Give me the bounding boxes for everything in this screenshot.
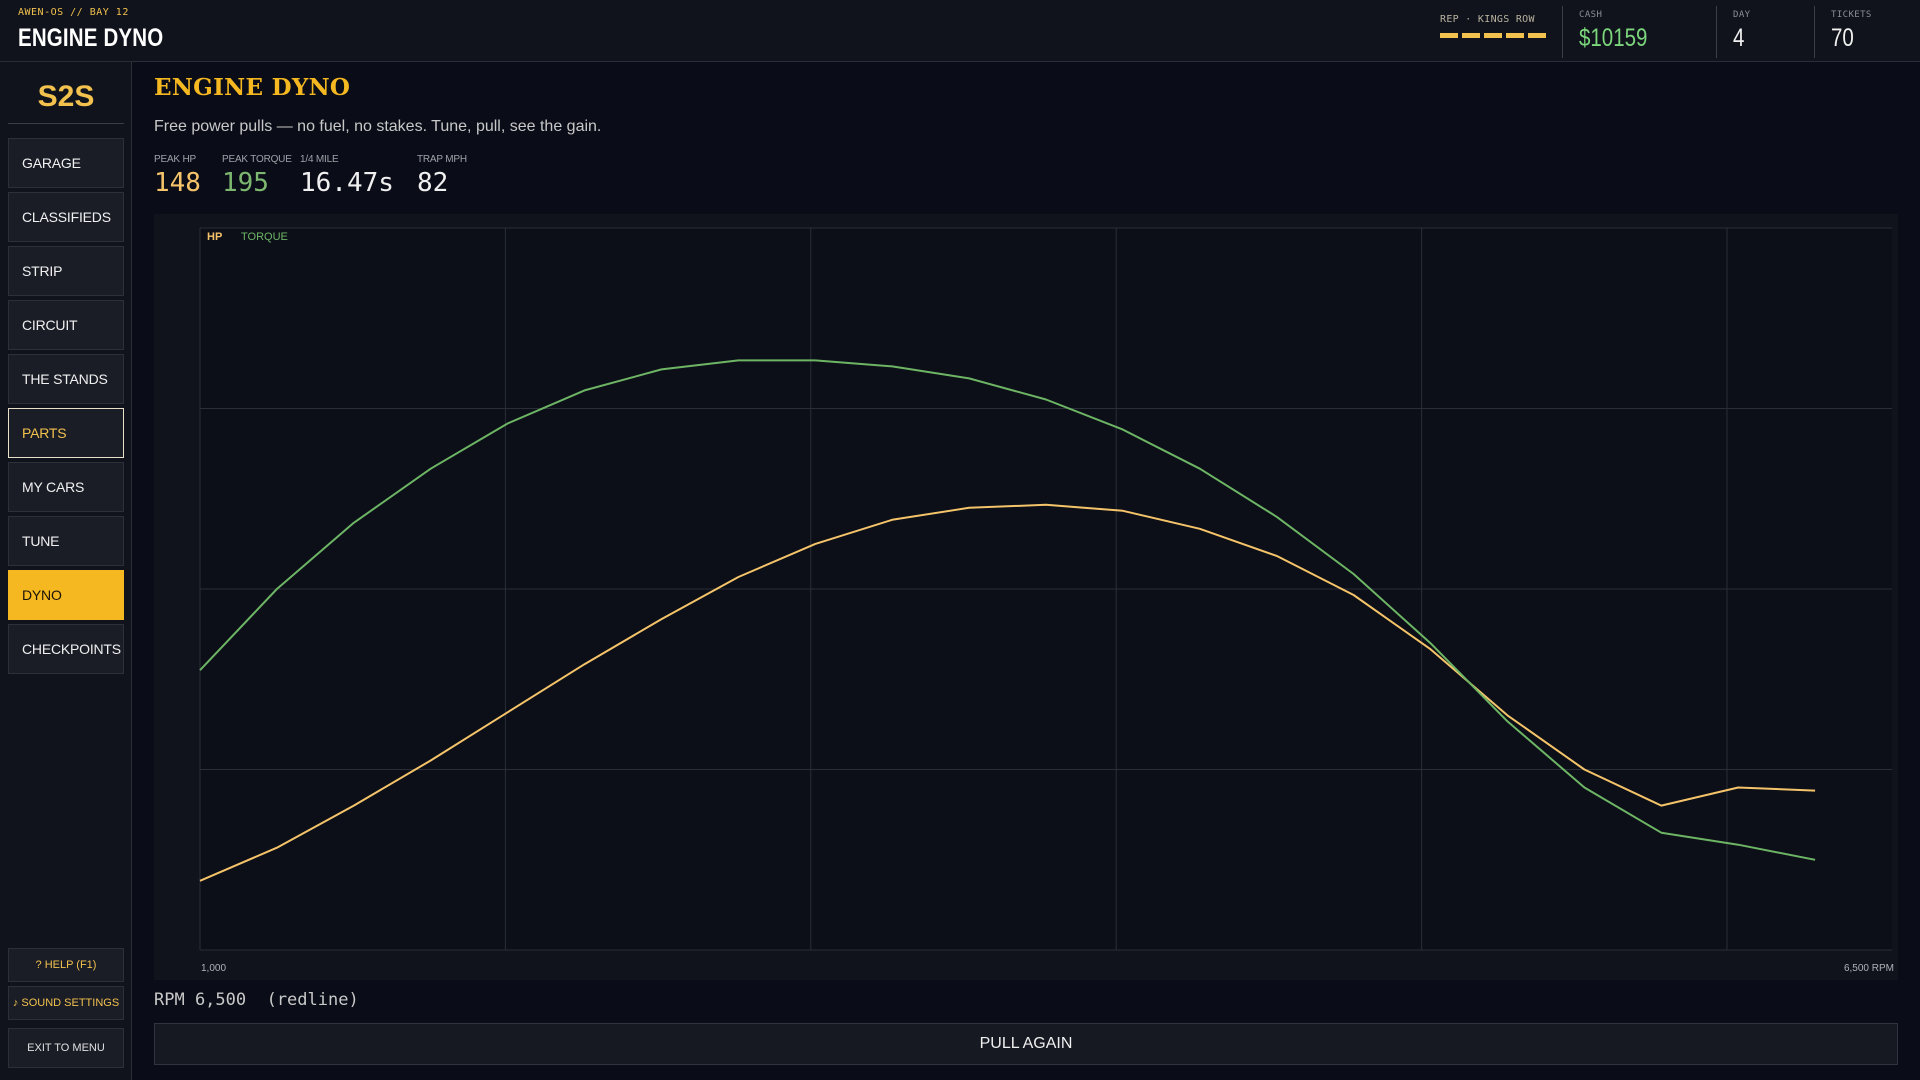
cash-stat: CASH $10159 (1562, 6, 1716, 58)
dyno-chart-svg: HP TORQUE 1,000 6,500 RPM (199, 227, 1894, 974)
rep-bar (1484, 33, 1502, 38)
main-panel: ENGINE DYNO Free power pulls — no fuel, … (132, 62, 1920, 1080)
rep-bar (1440, 33, 1458, 38)
sidebar-item-parts[interactable]: PARTS (8, 408, 124, 458)
sidebar: S2S GARAGE CLASSIFIEDS STRIP CIRCUIT THE… (0, 62, 132, 1080)
tickets-stat: TICKETS 70 (1814, 6, 1920, 58)
legend-torque: TORQUE (241, 231, 288, 243)
page-title: ENGINE DYNO (154, 74, 351, 101)
cash-label: CASH (1579, 10, 1603, 20)
top-bar: AWEN-OS // BAY 12 ENGINE DYNO REP · KING… (0, 0, 1920, 62)
sidebar-item-my-cars[interactable]: MY CARS (8, 462, 124, 512)
quarter-mile-value: 16.47s (300, 168, 394, 198)
reputation-meter: REP · KINGS ROW (1440, 14, 1546, 50)
quarter-mile-label: 1/4 MILE (300, 154, 339, 165)
rep-label: REP · KINGS ROW (1440, 14, 1535, 25)
peak-hp-metric: PEAK HP 148 (154, 154, 201, 198)
cash-value: $10159 (1579, 24, 1648, 52)
exit-to-menu-button[interactable]: EXIT TO MENU (8, 1028, 124, 1068)
sidebar-item-tune[interactable]: TUNE (8, 516, 124, 566)
dyno-chart: HP TORQUE 1,000 6,500 RPM (154, 214, 1898, 980)
quarter-mile-metric: 1/4 MILE 16.47s (300, 154, 394, 198)
sidebar-item-strip[interactable]: STRIP (8, 246, 124, 296)
help-button[interactable]: ? HELP (F1) (8, 948, 124, 982)
page-subtitle: Free power pulls — no fuel, no stakes. T… (154, 118, 602, 135)
trap-mph-value: 82 (417, 168, 449, 198)
sidebar-item-circuit[interactable]: CIRCUIT (8, 300, 124, 350)
x-tick-label: 6,500 RPM (1844, 963, 1894, 974)
trap-mph-label: TRAP MPH (417, 154, 467, 165)
app-title: ENGINE DYNO (18, 24, 164, 52)
sidebar-item-checkpoints[interactable]: CHECKPOINTS (8, 624, 124, 674)
rpm-readout: RPM 6,500 (redline) (154, 990, 359, 1010)
peak-torque-label: PEAK TORQUE (222, 154, 292, 165)
peak-torque-metric: PEAK TORQUE 195 (222, 154, 292, 198)
sidebar-item-garage[interactable]: GARAGE (8, 138, 124, 188)
rep-bar (1528, 33, 1546, 38)
rep-bar (1506, 33, 1524, 38)
peak-torque-value: 195 (222, 168, 269, 198)
pull-again-button[interactable]: PULL AGAIN (154, 1023, 1898, 1065)
peak-hp-value: 148 (154, 168, 201, 198)
sidebar-item-the-stands[interactable]: THE STANDS (8, 354, 124, 404)
day-label: DAY (1733, 10, 1751, 20)
trap-mph-metric: TRAP MPH 82 (417, 154, 467, 198)
game-logo: S2S (8, 72, 124, 124)
bay-label: AWEN-OS // BAY 12 (18, 7, 129, 18)
sidebar-item-classifieds[interactable]: CLASSIFIEDS (8, 192, 124, 242)
x-tick-label: 1,000 (201, 963, 226, 974)
rep-bar (1462, 33, 1480, 38)
rep-bars (1440, 33, 1546, 38)
tickets-value: 70 (1831, 24, 1854, 52)
day-value: 4 (1733, 24, 1745, 52)
sidebar-item-dyno[interactable]: DYNO (8, 570, 124, 620)
sound-settings-button[interactable]: ♪ SOUND SETTINGS (8, 986, 124, 1020)
legend-hp: HP (207, 231, 222, 243)
day-stat: DAY 4 (1716, 6, 1814, 58)
tickets-label: TICKETS (1831, 10, 1872, 20)
peak-hp-label: PEAK HP (154, 154, 196, 165)
